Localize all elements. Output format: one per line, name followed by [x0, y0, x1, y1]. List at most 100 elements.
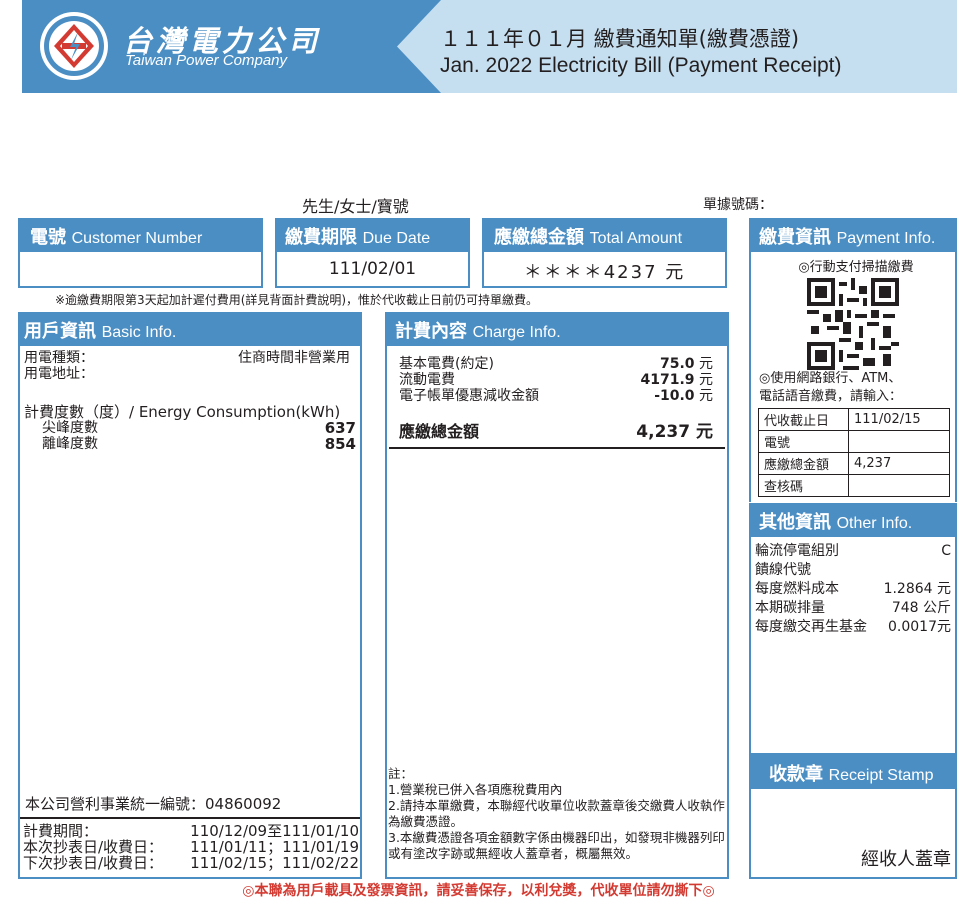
other-row: 饋線代號	[755, 562, 951, 578]
qr-code-icon[interactable]	[807, 278, 899, 370]
charge-item-label: 基本電費(約定)	[399, 356, 494, 372]
payment-note-line1: ◎使用網路銀行、ATM、	[759, 371, 902, 386]
payment-methods-note: ◎使用網路銀行、ATM、 電話語音繳費，請輸入：	[759, 370, 902, 406]
charge-item-label: 電子帳單優惠減收金額	[399, 388, 539, 404]
consumption-label: 計費度數（度）/ Energy Consumption(kWh)	[24, 403, 341, 421]
company-tax-id: 本公司營利事業統一編號：04860092	[25, 795, 282, 813]
other-row-value: 748 公斤	[891, 600, 951, 616]
payment-info-label-en: Payment Info.	[836, 230, 936, 247]
other-row-label: 輪流停電組別	[755, 543, 839, 559]
other-row: 每度繳交再生基金 0.0017元	[755, 619, 951, 635]
payment-note-line2: 電話語音繳費，請輸入：	[759, 389, 903, 404]
charge-item-value: -10.0	[654, 388, 695, 404]
due-date-label-en: Due Date	[362, 230, 431, 247]
charge-item-amount: 4171.9 元	[641, 372, 713, 388]
pay-row-value: 4,237	[848, 452, 950, 475]
this-reading-value: 111/01/11；111/01/19	[190, 838, 359, 856]
table-row: 電號	[758, 430, 950, 453]
table-row: 代收截止日 111/02/15	[758, 408, 950, 431]
collector-seal-label: 經收人蓋章	[861, 849, 951, 870]
customer-number-label-zh: 電號	[30, 227, 66, 248]
charge-item-value: 75.0	[660, 356, 695, 372]
usage-type-value: 住商時間非營業用	[238, 350, 350, 366]
other-info-panel: 輪流停電組別 C 饋線代號 每度燃料成本 1.2864 元 本期碳排量 748 公斤 …	[749, 535, 957, 755]
company-name-en: Taiwan Power Company	[125, 52, 288, 69]
due-date-value: 111/02/01	[275, 250, 470, 288]
peak-usage-value: 637	[324, 419, 356, 437]
basic-info-label-en: Basic Info.	[101, 324, 177, 341]
pay-row-label: 應繳總金額	[758, 452, 849, 475]
payment-info-panel: ◎行動支付掃描繳費 ◎使用網路銀行、ATM、 電話語音繳費，請輸入： 代收截止日…	[749, 250, 957, 502]
pay-row-value	[848, 474, 950, 497]
greeting: 先生/女士/寶號	[302, 197, 409, 216]
charge-item-value: 4171.9	[640, 372, 695, 388]
total-amount-label-en: Total Amount	[589, 230, 683, 247]
other-row-value: 1.2864 元	[883, 581, 951, 597]
other-info-label-zh: 其他資訊	[759, 512, 831, 533]
basic-info-label-zh: 用戶資訊	[24, 321, 96, 342]
charge-total-value: 4,237 元	[636, 422, 713, 442]
other-row-label: 本期碳排量	[755, 600, 825, 616]
other-row-label: 每度燃料成本	[755, 581, 839, 597]
basic-divider	[20, 817, 360, 819]
due-date-label-zh: 繳費期限	[285, 227, 357, 248]
other-row-label: 每度繳交再生基金	[755, 619, 867, 635]
other-row-value: C	[941, 543, 951, 559]
table-row: 應繳總金額 4,237	[758, 452, 950, 475]
payment-info-label-zh: 繳費資訊	[759, 227, 831, 248]
pay-row-value	[848, 430, 950, 453]
offpeak-usage-value: 854	[324, 435, 356, 453]
charge-total-divider	[389, 447, 725, 449]
taipower-logo-icon	[40, 12, 108, 80]
other-row-value: 0.0017元	[888, 619, 951, 635]
qr-pay-label: ◎行動支付掃描繳費	[798, 260, 914, 275]
offpeak-usage-label: 離峰度數	[42, 436, 98, 452]
next-reading-value: 111/02/15；111/02/22	[190, 854, 359, 872]
charge-item-amount: -10.0 元	[654, 388, 713, 404]
footer-notice: ◎本聯為用戶載具及發票資訊，請妥善保存，以利兌獎，代收單位請勿撕下◎	[242, 883, 715, 899]
customer-number-value	[18, 250, 263, 288]
other-row-label: 饋線代號	[755, 562, 811, 578]
other-row: 每度燃料成本 1.2864 元	[755, 581, 951, 597]
receipt-stamp-area: 經收人蓋章	[749, 787, 957, 879]
charge-item-label: 流動電費	[399, 372, 455, 388]
note-heading: 註：	[388, 766, 414, 781]
receipt-number-label: 單據號碼：	[703, 197, 773, 213]
total-amount-value: ＊＊＊＊4237 元	[482, 250, 727, 288]
pay-row-label: 查核碼	[758, 474, 849, 497]
receipt-stamp-label-en: Receipt Stamp	[828, 767, 934, 784]
note-item: 2.請持本單繳費，本聯經代收單位收款蓋章後交繳費人收執作為繳費憑證。	[388, 798, 725, 829]
charge-item-unit: 元	[699, 388, 713, 404]
this-reading-row: 本次抄表日/收費日： 111/01/11；111/01/19	[23, 840, 359, 855]
bill-title-zh: １１１年０１月 繳費通知單(繳費憑證)	[440, 27, 800, 51]
total-amount-label-zh: 應繳總金額	[494, 227, 584, 248]
peak-usage-label: 尖峰度數	[42, 420, 98, 436]
charge-info-header: 計費內容 Charge Info.	[385, 312, 729, 344]
charge-item-amount: 75.0 元	[660, 356, 713, 372]
charge-info-label-en: Charge Info.	[472, 324, 561, 341]
other-info-header: 其他資訊 Other Info.	[749, 503, 957, 535]
pay-row-value: 111/02/15	[848, 408, 950, 431]
customer-number-label-en: Customer Number	[71, 230, 203, 247]
table-row: 查核碼	[758, 474, 950, 497]
usage-type-label: 用電種類：	[24, 350, 94, 366]
billing-period-row: 計費期間： 110/12/09至111/01/10	[23, 824, 359, 839]
pay-row-label: 電號	[758, 430, 849, 453]
receipt-stamp-label-zh: 收款章	[769, 764, 823, 785]
late-payment-note: ※逾繳費期限第3天起加計遲付費用(詳見背面計費說明)，惟於代收截止日前仍可持單繳…	[55, 293, 539, 307]
address-label: 用電地址：	[24, 366, 94, 382]
pay-row-label: 代收截止日	[758, 408, 849, 431]
charge-item-unit: 元	[699, 356, 713, 372]
other-row: 本期碳排量 748 公斤	[755, 600, 951, 616]
charge-item-unit: 元	[699, 372, 713, 388]
other-info-label-en: Other Info.	[836, 515, 913, 532]
next-reading-row: 下次抄表日/收費日： 111/02/15；111/02/22	[23, 856, 359, 871]
charge-info-label-zh: 計費內容	[395, 321, 467, 342]
due-date-header: 繳費期限 Due Date	[275, 218, 470, 250]
note-item: 1.營業稅已併入各項應稅費用內	[388, 782, 563, 797]
basic-info-header: 用戶資訊 Basic Info.	[18, 312, 362, 344]
next-reading-label: 下次抄表日/收費日：	[23, 854, 164, 872]
payment-code-table: 代收截止日 111/02/15 電號 應繳總金額 4,237 查核碼	[758, 408, 950, 497]
billing-period-value: 110/12/09至111/01/10	[190, 822, 359, 840]
total-amount-header: 應繳總金額 Total Amount	[482, 218, 727, 250]
